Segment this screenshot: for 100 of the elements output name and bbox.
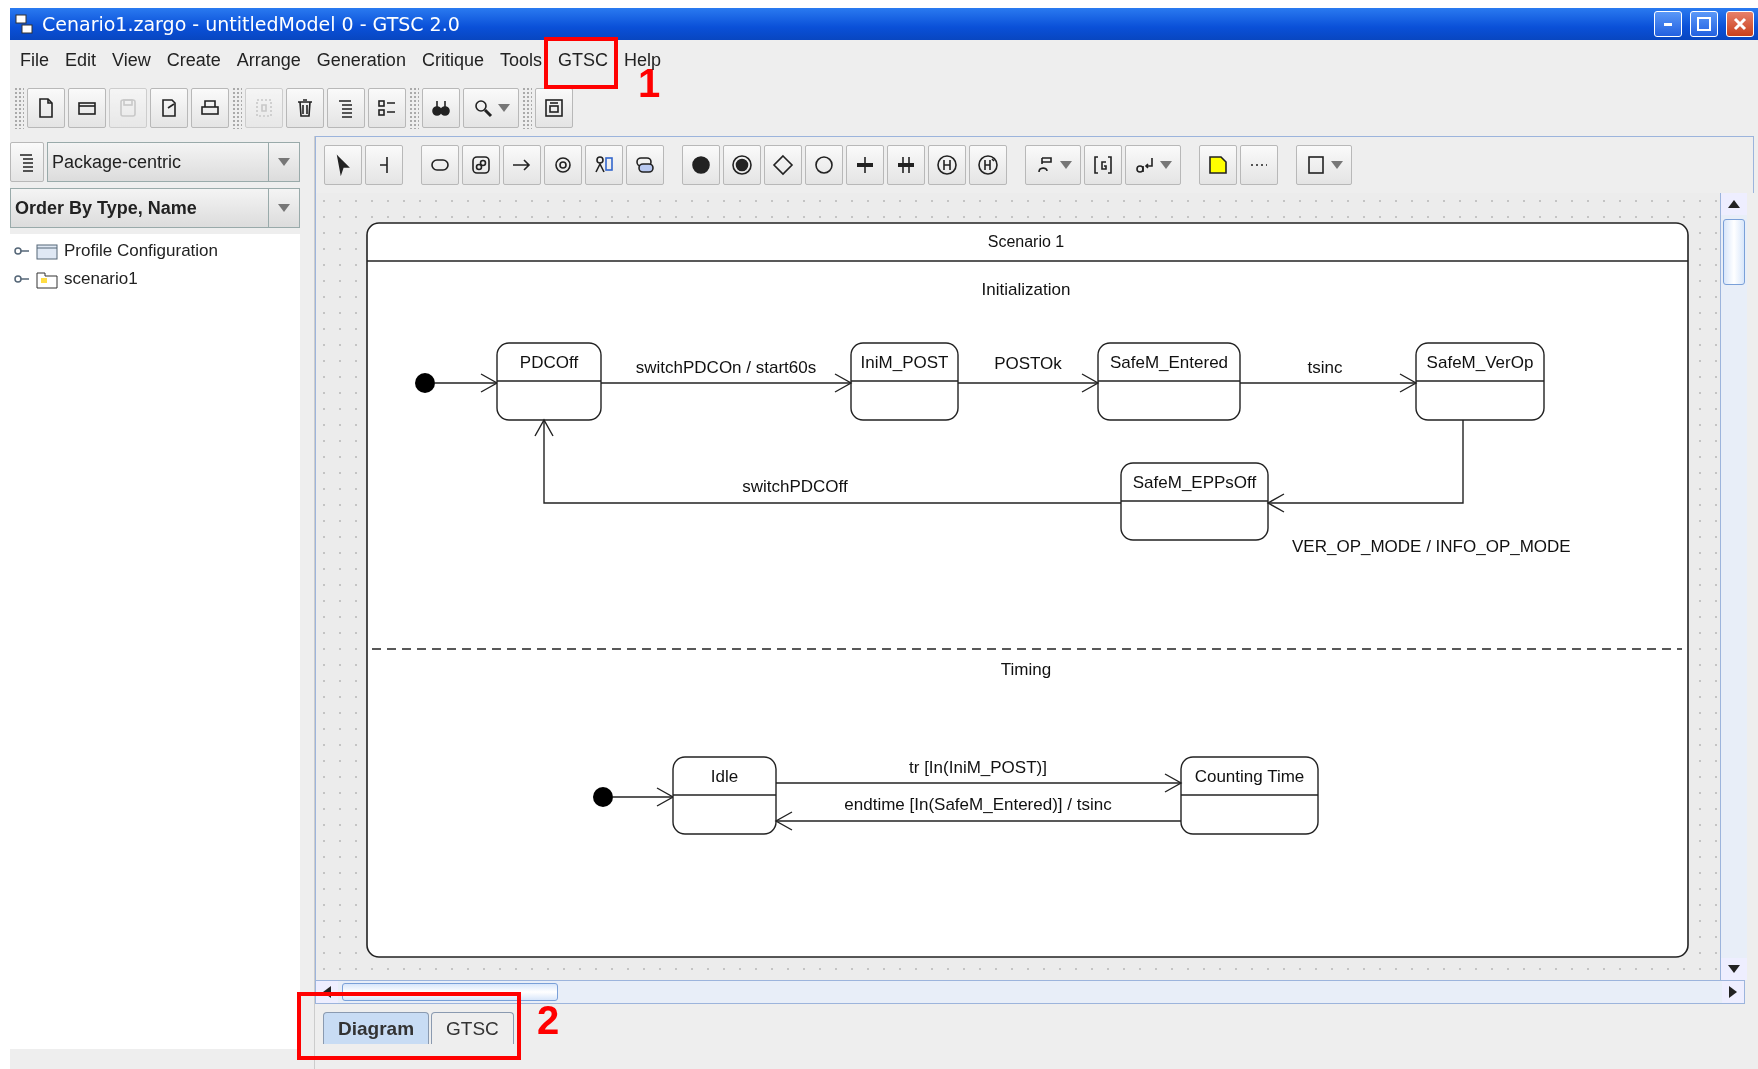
toolbar-grip[interactable] [522, 87, 532, 129]
deephistory-icon [977, 154, 999, 176]
diagram-tool-button[interactable] [1199, 145, 1237, 185]
menu-item[interactable]: Arrange [228, 45, 309, 75]
diagram-tool-button[interactable] [1125, 145, 1181, 185]
diagram-tool-button[interactable] [887, 145, 925, 185]
menu-item[interactable]: View [104, 45, 159, 75]
diagram-tool-button[interactable] [1025, 145, 1081, 185]
menu-item[interactable]: GTSC [549, 45, 616, 75]
scroll-thumb[interactable] [1723, 219, 1745, 285]
initial-state-dot [593, 787, 613, 807]
left-arrow-icon [323, 986, 331, 998]
vertical-scrollbar[interactable] [1720, 193, 1747, 980]
tree-item[interactable]: scenario1 [64, 269, 138, 289]
choice-icon [772, 154, 794, 176]
rect-icon [1305, 154, 1327, 176]
menu-item[interactable]: File [12, 45, 57, 75]
transition-label: POSTOk [994, 354, 1062, 373]
menu-item[interactable]: Tools [491, 45, 550, 75]
folder-icon [36, 242, 58, 260]
scroll-right-button[interactable] [1722, 981, 1744, 1003]
toolbar-button[interactable] [286, 88, 324, 128]
diagram-tool-button[interactable] [365, 145, 403, 185]
ordering-dropdown[interactable]: Order By Type, Name [10, 188, 300, 228]
toolbar-button[interactable] [68, 88, 106, 128]
state-node: Counting Time [1180, 756, 1319, 835]
diagram-tool-button[interactable] [421, 145, 459, 185]
region-label: Initialization [981, 280, 1071, 299]
transition-label: tr [In(IniM_POST)] [909, 758, 1047, 777]
toolbar-button[interactable] [535, 88, 573, 128]
up-arrow-icon [1728, 200, 1740, 208]
fork-icon [854, 154, 876, 176]
transition-label: switchPDCOn / start60s [635, 358, 817, 377]
close-button[interactable] [1726, 11, 1754, 37]
expand-handle-icon[interactable] [14, 273, 30, 285]
diagram-tool-button[interactable] [544, 145, 582, 185]
caret-icon [278, 204, 290, 212]
perspective-dropdown[interactable]: Package-centric [47, 142, 300, 182]
toolbar-button[interactable] [27, 88, 65, 128]
minimize-icon [1664, 22, 1672, 26]
list-icon [376, 97, 398, 119]
diagram-title: Scenario 1 [987, 233, 1065, 250]
toolbar-grip[interactable] [409, 87, 419, 129]
caret-icon [1160, 161, 1172, 169]
transition-label: switchPDCOff [742, 477, 848, 496]
perspective-button[interactable] [10, 142, 44, 182]
scroll-down-button[interactable] [1721, 958, 1747, 980]
diagram-tool-button[interactable] [846, 145, 884, 185]
diagram-tool-button[interactable] [1084, 145, 1122, 185]
scroll-up-button[interactable] [1721, 193, 1747, 215]
right-arrow-icon [1729, 986, 1737, 998]
tree-item[interactable]: Profile Configuration [64, 241, 219, 261]
diagram-tool-button[interactable] [805, 145, 843, 185]
horizontal-scrollbar[interactable] [315, 980, 1745, 1004]
diagram-tool-button[interactable] [626, 145, 664, 185]
region-label: Timing [1000, 660, 1052, 679]
state-node: IniM_POST [850, 342, 959, 421]
toolbar-button[interactable] [368, 88, 406, 128]
diagram-tool-button[interactable] [928, 145, 966, 185]
diagram-tool-button[interactable] [324, 145, 362, 185]
stack-icon [634, 154, 656, 176]
diagram-tool-button[interactable] [503, 145, 541, 185]
diagram-tool-button[interactable] [723, 145, 761, 185]
diagram-tool-button[interactable] [682, 145, 720, 185]
history-icon [936, 154, 958, 176]
state-node: PDCOff [496, 342, 602, 421]
toolbar-button[interactable] [463, 88, 519, 128]
diagram-tool-button[interactable] [585, 145, 623, 185]
tab[interactable]: Diagram [323, 1012, 430, 1044]
caret-icon [278, 158, 290, 166]
toolbar-button[interactable] [422, 88, 460, 128]
menu-item[interactable]: Generation [308, 45, 414, 75]
menu-item[interactable]: Edit [57, 45, 105, 75]
diagram-tool-button[interactable] [969, 145, 1007, 185]
transition-arrow [434, 373, 499, 393]
composite-icon [470, 154, 492, 176]
tab[interactable]: GTSC [431, 1012, 514, 1044]
state-node: SafeM_VerOp [1415, 342, 1545, 421]
final-icon [731, 154, 753, 176]
close-icon [1733, 17, 1747, 31]
toolbar-grip[interactable] [14, 87, 24, 129]
toolbar-grip[interactable] [232, 87, 242, 129]
expand-handle-icon[interactable] [14, 245, 30, 257]
menu-item[interactable]: Create [158, 45, 229, 75]
diagram-tool-button[interactable] [764, 145, 802, 185]
diagram-tool-button[interactable] [462, 145, 500, 185]
initial-icon [690, 154, 712, 176]
maximize-button[interactable] [1690, 11, 1718, 37]
diagram-tool-button[interactable] [1296, 145, 1352, 185]
menu-item[interactable]: Critique [413, 45, 492, 75]
toolbar-button[interactable] [327, 88, 365, 128]
initial-state-dot [415, 373, 435, 393]
toolbar-button[interactable] [191, 88, 229, 128]
transition-label: tsinc [1307, 358, 1343, 377]
synch-icon [552, 154, 574, 176]
join-icon [895, 154, 917, 176]
toolbar-button[interactable] [150, 88, 188, 128]
state-node: SafeM_Entered [1097, 342, 1241, 421]
dots-icon [1250, 163, 1268, 167]
minimize-button[interactable] [1654, 11, 1682, 37]
